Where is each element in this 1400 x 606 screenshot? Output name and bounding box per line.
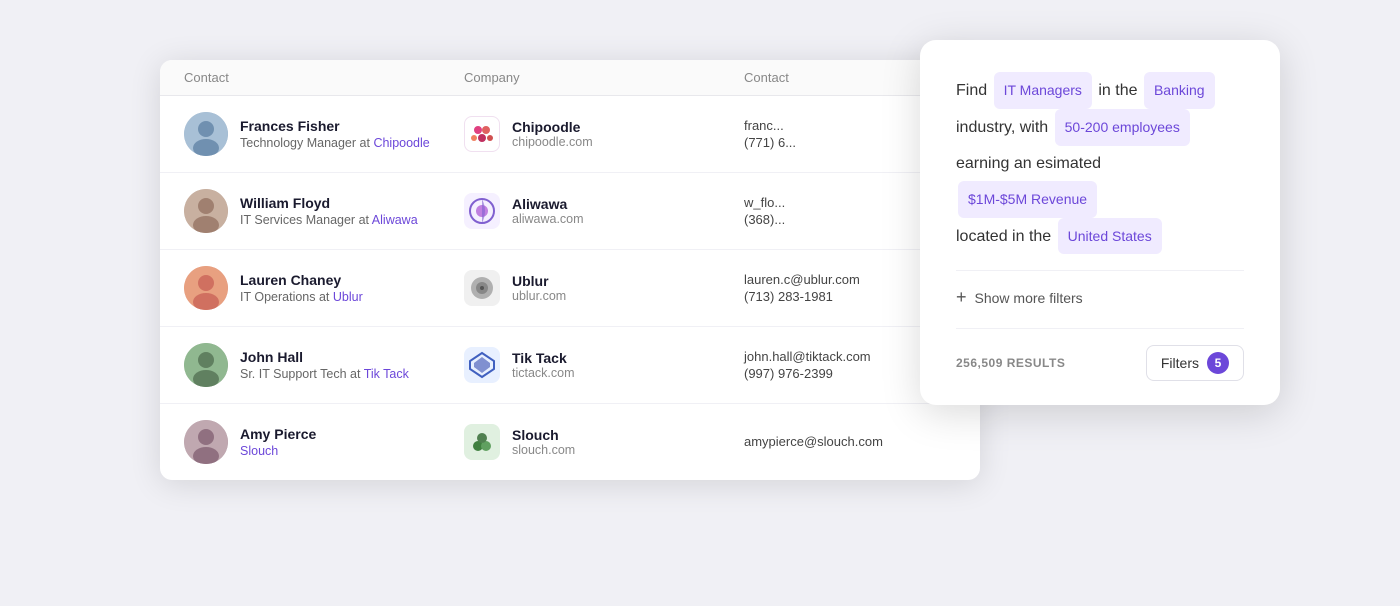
company-link[interactable]: Chipoodle bbox=[373, 136, 429, 150]
company-info: Aliwawa aliwawa.com bbox=[512, 196, 584, 226]
contact-cell-william: William Floyd IT Services Manager at Ali… bbox=[184, 189, 464, 233]
company-logo bbox=[464, 424, 500, 460]
contact-info-lauren: Lauren Chaney IT Operations at Ublur bbox=[240, 272, 363, 304]
contact-cell-john: John Hall Sr. IT Support Tech at Tik Tac… bbox=[184, 343, 464, 387]
avatar bbox=[184, 420, 228, 464]
contact-title: Technology Manager at Chipoodle bbox=[240, 136, 430, 150]
company-logo bbox=[464, 116, 500, 152]
table-row: William Floyd IT Services Manager at Ali… bbox=[160, 173, 980, 250]
located-label: located in the bbox=[956, 228, 1051, 245]
filter-popup: Find IT Managers in the Banking industry… bbox=[920, 40, 1280, 405]
contact-title: Slouch bbox=[240, 444, 316, 458]
contact-cell-lauren: Lauren Chaney IT Operations at Ublur bbox=[184, 266, 464, 310]
filters-badge: 5 bbox=[1207, 352, 1229, 374]
company-domain: chipoodle.com bbox=[512, 135, 593, 149]
find-label: Find bbox=[956, 82, 987, 99]
tag-revenue[interactable]: $1M-$5M Revenue bbox=[958, 181, 1097, 218]
company-link[interactable]: Ublur bbox=[333, 290, 363, 304]
company-cell-amy: Slouch slouch.com bbox=[464, 424, 744, 460]
avatar bbox=[184, 189, 228, 233]
contacts-table: Contact Company Contact Frances Fisher T… bbox=[160, 60, 980, 480]
table-row: Frances Fisher Technology Manager at Chi… bbox=[160, 96, 980, 173]
avatar bbox=[184, 112, 228, 156]
avatar bbox=[184, 343, 228, 387]
company-name: Ublur bbox=[512, 273, 566, 289]
company-name: Tik Tack bbox=[512, 350, 575, 366]
contact-name: Lauren Chaney bbox=[240, 272, 363, 288]
table-row: John Hall Sr. IT Support Tech at Tik Tac… bbox=[160, 327, 980, 404]
contact-name: Amy Pierce bbox=[240, 426, 316, 442]
company-logo bbox=[464, 193, 500, 229]
contact-info-william: William Floyd IT Services Manager at Ali… bbox=[240, 195, 418, 227]
company-name: Slouch bbox=[512, 427, 575, 443]
company-logo bbox=[464, 347, 500, 383]
contact-title: IT Operations at Ublur bbox=[240, 290, 363, 304]
avatar bbox=[184, 266, 228, 310]
company-link[interactable]: Aliwawa bbox=[372, 213, 418, 227]
contact-name: Frances Fisher bbox=[240, 118, 430, 134]
company-link[interactable]: Tik Tack bbox=[364, 367, 409, 381]
earning-label: earning an esimated bbox=[956, 155, 1101, 172]
in-the-label: in the bbox=[1098, 82, 1137, 99]
filter-divider bbox=[956, 270, 1244, 271]
contact-cell-frances: Frances Fisher Technology Manager at Chi… bbox=[184, 112, 464, 156]
filters-button-label: Filters bbox=[1161, 355, 1199, 371]
tag-employees[interactable]: 50-200 employees bbox=[1055, 109, 1190, 146]
filter-results-bar: 256,509 RESULTS Filters 5 bbox=[956, 328, 1244, 381]
company-link[interactable]: Slouch bbox=[240, 444, 278, 458]
contact-email: amypierce@slouch.com bbox=[744, 434, 980, 449]
company-cell-frances: Chipoodle chipoodle.com bbox=[464, 116, 744, 152]
contact-info-john: John Hall Sr. IT Support Tech at Tik Tac… bbox=[240, 349, 409, 381]
header-company: Company bbox=[464, 70, 744, 85]
plus-icon: + bbox=[956, 287, 967, 308]
contact-detail-amy: amypierce@slouch.com bbox=[744, 434, 980, 451]
company-name: Aliwawa bbox=[512, 196, 584, 212]
company-cell-john: Tik Tack tictack.com bbox=[464, 347, 744, 383]
contact-info-frances: Frances Fisher Technology Manager at Chi… bbox=[240, 118, 430, 150]
contact-title: Sr. IT Support Tech at Tik Tack bbox=[240, 367, 409, 381]
contact-name: William Floyd bbox=[240, 195, 418, 211]
filters-button[interactable]: Filters 5 bbox=[1146, 345, 1244, 381]
company-cell-lauren: Ublur ublur.com bbox=[464, 270, 744, 306]
company-logo bbox=[464, 270, 500, 306]
contact-name: John Hall bbox=[240, 349, 409, 365]
show-more-label: Show more filters bbox=[975, 290, 1083, 306]
company-cell-william: Aliwawa aliwawa.com bbox=[464, 193, 744, 229]
company-domain: ublur.com bbox=[512, 289, 566, 303]
contact-info-amy: Amy Pierce Slouch bbox=[240, 426, 316, 458]
company-info: Ublur ublur.com bbox=[512, 273, 566, 303]
tag-location[interactable]: United States bbox=[1058, 218, 1162, 255]
table-row: Amy Pierce Slouch Slouch slouch.com amyp… bbox=[160, 404, 980, 480]
company-name: Chipoodle bbox=[512, 119, 593, 135]
results-count: 256,509 RESULTS bbox=[956, 356, 1065, 370]
company-info: Chipoodle chipoodle.com bbox=[512, 119, 593, 149]
contact-title: IT Services Manager at Aliwawa bbox=[240, 213, 418, 227]
show-more-filters-button[interactable]: + Show more filters bbox=[956, 287, 1244, 308]
filter-sentence: Find IT Managers in the Banking industry… bbox=[956, 72, 1244, 254]
company-domain: slouch.com bbox=[512, 443, 575, 457]
contact-cell-amy: Amy Pierce Slouch bbox=[184, 420, 464, 464]
company-info: Tik Tack tictack.com bbox=[512, 350, 575, 380]
table-header: Contact Company Contact bbox=[160, 60, 980, 96]
company-domain: aliwawa.com bbox=[512, 212, 584, 226]
industry-label: industry, with bbox=[956, 119, 1048, 136]
company-info: Slouch slouch.com bbox=[512, 427, 575, 457]
tag-role[interactable]: IT Managers bbox=[994, 72, 1092, 109]
table-row: Lauren Chaney IT Operations at Ublur Ubl… bbox=[160, 250, 980, 327]
header-contact: Contact bbox=[184, 70, 464, 85]
tag-industry[interactable]: Banking bbox=[1144, 72, 1215, 109]
company-domain: tictack.com bbox=[512, 366, 575, 380]
